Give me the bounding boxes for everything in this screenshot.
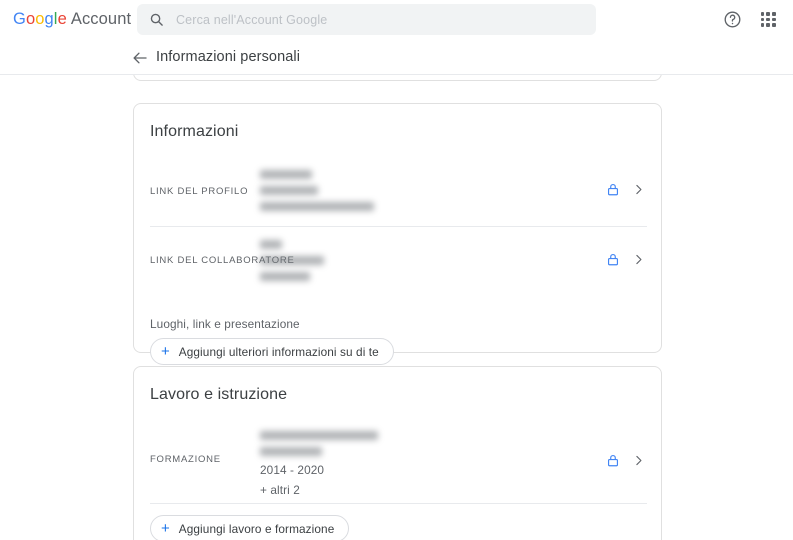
redacted-value-line: [260, 272, 310, 281]
top-app-bar: Google Account Cerca nell'Account Google: [0, 0, 793, 39]
redacted-value-line: [260, 186, 318, 195]
redacted-value-line: [260, 447, 322, 456]
helper-text-informazioni: Luoghi, link e presentazione: [150, 317, 300, 331]
row-link-del-profilo[interactable]: LINK DEL PROFILO: [134, 156, 661, 226]
add-work-education-label: Aggiungi lavoro e formazione: [178, 521, 335, 536]
formazione-years: 2014 - 2020: [260, 463, 325, 477]
lock-icon[interactable]: [606, 453, 620, 473]
redacted-value-line: [260, 170, 312, 179]
header-divider: [0, 74, 793, 75]
arrow-left-icon[interactable]: [131, 49, 149, 67]
page-subheader: Informazioni personali: [0, 39, 793, 75]
chevron-right-icon[interactable]: [632, 454, 645, 472]
row-label-link-del-profilo: LINK DEL PROFILO: [150, 186, 249, 197]
row-link-del-collaboratore[interactable]: LINK DEL COLLABORATORE: [134, 227, 661, 295]
card-informazioni: Informazioni LINK DEL PROFILO LINK DEL C…: [133, 103, 662, 365]
row-actions-link-del-collaboratore: [606, 252, 645, 272]
top-bar-actions: [721, 0, 779, 39]
card-title-lavoro-e-istruzione: Lavoro e istruzione: [150, 386, 288, 403]
card-title-informazioni: Informazioni: [150, 123, 239, 140]
redacted-value-line: [260, 431, 378, 440]
chevron-right-icon[interactable]: [632, 253, 645, 271]
row-divider: [150, 503, 647, 504]
row-values-formazione: 2014 - 2020 + altri 2: [260, 431, 378, 498]
add-work-education-button[interactable]: + Aggiungi lavoro e formazione: [150, 515, 350, 540]
row-actions-formazione: [606, 453, 645, 473]
google-account-logo[interactable]: Google Account: [13, 9, 131, 29]
plus-icon: +: [161, 343, 170, 360]
redacted-value-line: [260, 202, 374, 211]
add-more-info-button[interactable]: + Aggiungi ulteriori informazioni su di …: [150, 338, 394, 365]
lock-icon[interactable]: [606, 182, 620, 202]
plus-icon: +: [161, 520, 170, 537]
row-label-formazione: FORMAZIONE: [150, 454, 221, 465]
row-actions-link-del-profilo: [606, 182, 645, 202]
row-values-link-del-profilo: [260, 170, 374, 211]
redacted-value-line: [260, 240, 282, 249]
row-values-link-del-collaboratore: [260, 240, 324, 281]
apps-grid-icon[interactable]: [757, 9, 779, 31]
brand-account-label: Account: [70, 10, 132, 28]
card-lavoro-e-istruzione: Lavoro e istruzione FORMAZIONE 2014 - 20…: [133, 366, 662, 540]
search-placeholder: Cerca nell'Account Google: [176, 12, 328, 27]
page-title: Informazioni personali: [156, 49, 301, 65]
formazione-more-count: + altri 2: [260, 483, 300, 497]
card-partial-above: [133, 75, 662, 81]
chevron-right-icon[interactable]: [632, 183, 645, 201]
help-circle-icon[interactable]: [721, 9, 743, 31]
lock-icon[interactable]: [606, 252, 620, 272]
row-formazione[interactable]: FORMAZIONE 2014 - 2020 + altri 2: [134, 417, 661, 503]
search-icon: [149, 12, 164, 27]
add-more-info-label: Aggiungi ulteriori informazioni su di te: [178, 344, 379, 359]
google-account-personal-info-page: GoogleAccount Cerca nell'Account Google: [0, 0, 793, 540]
scroll-content[interactable]: Informazioni LINK DEL PROFILO LINK DEL C…: [0, 75, 793, 540]
redacted-value-line: [260, 256, 324, 265]
search-input[interactable]: Cerca nell'Account Google: [137, 4, 596, 35]
